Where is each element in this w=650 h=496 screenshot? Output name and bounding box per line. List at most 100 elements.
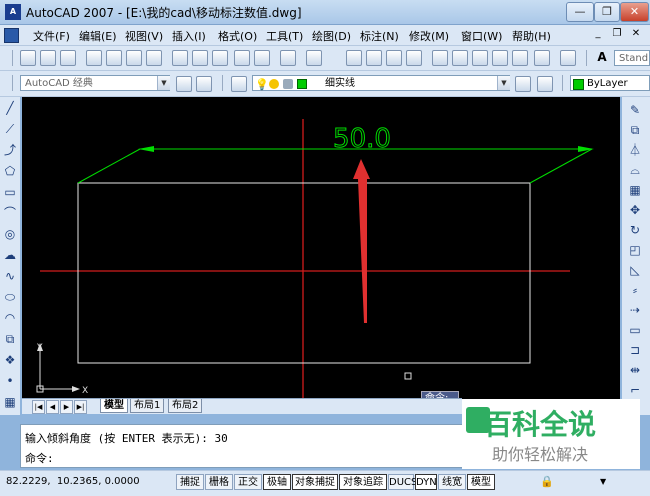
- menu-file[interactable]: 文件(F): [33, 28, 70, 44]
- hatch-icon[interactable]: ▦: [3, 395, 17, 409]
- ducs-toggle[interactable]: DUCS: [388, 474, 417, 490]
- doc-restore-button[interactable]: ❐: [610, 27, 624, 41]
- model-space-toggle[interactable]: 模型: [467, 474, 495, 490]
- design-center-icon[interactable]: [452, 50, 468, 66]
- pan-icon[interactable]: [346, 50, 362, 66]
- menu-window[interactable]: 窗口(W): [461, 28, 502, 44]
- zoom-previous-icon[interactable]: [406, 50, 422, 66]
- polyline-icon[interactable]: ⤴: [3, 143, 17, 157]
- menu-format[interactable]: 格式(O): [218, 28, 257, 44]
- fillet-icon[interactable]: ⌐: [628, 383, 642, 397]
- workspace-settings-icon[interactable]: [176, 76, 192, 92]
- otrack-toggle[interactable]: 对象追踪: [339, 474, 387, 490]
- insert-block-icon[interactable]: ⧉: [3, 332, 17, 346]
- copy-icon[interactable]: [192, 50, 208, 66]
- ellipse-icon[interactable]: ⬭: [3, 290, 17, 304]
- dyn-toggle[interactable]: DYN: [415, 474, 437, 490]
- copy-object-icon[interactable]: ⧉: [628, 123, 642, 137]
- point-icon[interactable]: •: [3, 374, 17, 388]
- save-icon[interactable]: [60, 50, 76, 66]
- arc-icon[interactable]: ⌒: [3, 206, 17, 220]
- menu-dimension[interactable]: 标注(N): [360, 28, 399, 44]
- doc-minimize-button[interactable]: _: [591, 27, 605, 41]
- next-tab-button[interactable]: ▶: [60, 400, 73, 414]
- chamfer-icon[interactable]: ⇹: [628, 363, 642, 377]
- offset-icon[interactable]: ⌓: [628, 163, 642, 177]
- restore-button[interactable]: ❐: [594, 2, 620, 22]
- snap-toggle[interactable]: 捕捉: [176, 474, 204, 490]
- menu-draw[interactable]: 绘图(D): [312, 28, 351, 44]
- lineweight-toggle[interactable]: 线宽: [438, 474, 466, 490]
- doc-close-button[interactable]: ✕: [629, 27, 643, 41]
- layer-previous-icon[interactable]: [537, 76, 553, 92]
- calculator-icon[interactable]: [534, 50, 550, 66]
- markup-icon[interactable]: [512, 50, 528, 66]
- autocad-app-icon[interactable]: A: [5, 4, 21, 20]
- rotate-icon[interactable]: ↻: [628, 223, 642, 237]
- scale-icon[interactable]: ◰: [628, 243, 642, 257]
- spline-icon[interactable]: ∿: [3, 269, 17, 283]
- polygon-icon[interactable]: ⬠: [3, 164, 17, 178]
- break-icon[interactable]: ▭: [628, 323, 642, 337]
- move-icon[interactable]: ✥: [628, 203, 642, 217]
- document-icon[interactable]: [4, 28, 19, 43]
- line-icon[interactable]: ╱: [3, 101, 17, 115]
- mirror-icon[interactable]: ⏃: [628, 143, 642, 157]
- first-tab-button[interactable]: |◀: [32, 400, 45, 414]
- revision-cloud-icon[interactable]: ☁: [3, 248, 17, 262]
- status-menu-icon[interactable]: ▼: [600, 477, 610, 487]
- join-icon[interactable]: ⊐: [628, 343, 642, 357]
- sheet-set-icon[interactable]: [492, 50, 508, 66]
- undo-icon[interactable]: [280, 50, 296, 66]
- workspace-combo[interactable]: AutoCAD 经典: [20, 75, 170, 91]
- command-prompt[interactable]: 命令:: [25, 450, 54, 466]
- color-combo[interactable]: ByLayer: [570, 75, 650, 91]
- rectangle-geometry[interactable]: [77, 182, 531, 364]
- communication-center-icon[interactable]: 🔒: [540, 475, 554, 489]
- layer-combo[interactable]: 💡 细实线: [252, 75, 510, 91]
- coordinate-readout[interactable]: 82.2229, 10.2365, 0.0000: [6, 476, 140, 487]
- print-icon[interactable]: [86, 50, 102, 66]
- menu-tools[interactable]: 工具(T): [266, 28, 303, 44]
- menu-edit[interactable]: 编辑(E): [79, 28, 117, 44]
- polar-toggle[interactable]: 极轴: [263, 474, 291, 490]
- match-properties-icon[interactable]: [234, 50, 250, 66]
- workspace-save-icon[interactable]: [196, 76, 212, 92]
- ellipse-arc-icon[interactable]: ◠: [3, 311, 17, 325]
- zoom-window-icon[interactable]: [386, 50, 402, 66]
- grid-toggle[interactable]: 栅格: [205, 474, 233, 490]
- rectangle-icon[interactable]: ▭: [3, 185, 17, 199]
- text-style-combo[interactable]: Stand: [614, 50, 650, 66]
- prev-tab-button[interactable]: ◀: [46, 400, 59, 414]
- osnap-toggle[interactable]: 对象捕捉: [292, 474, 338, 490]
- layer-dropdown-icon[interactable]: ▼: [497, 76, 510, 90]
- properties-icon[interactable]: [432, 50, 448, 66]
- publish-icon[interactable]: [126, 50, 142, 66]
- trim-icon[interactable]: ⸗: [628, 283, 642, 297]
- last-tab-button[interactable]: ▶|: [74, 400, 87, 414]
- menu-view[interactable]: 视图(V): [125, 28, 163, 44]
- new-icon[interactable]: [20, 50, 36, 66]
- zoom-realtime-icon[interactable]: [366, 50, 382, 66]
- menu-modify[interactable]: 修改(M): [409, 28, 449, 44]
- redo-icon[interactable]: [306, 50, 322, 66]
- workspace-dropdown-icon[interactable]: ▼: [157, 76, 170, 90]
- close-button[interactable]: ✕: [620, 2, 649, 22]
- minimize-button[interactable]: —: [566, 2, 594, 22]
- make-current-layer-icon[interactable]: [515, 76, 531, 92]
- stretch-icon[interactable]: ◺: [628, 263, 642, 277]
- open-icon[interactable]: [40, 50, 56, 66]
- text-style-icon[interactable]: A: [595, 50, 609, 64]
- extend-icon[interactable]: ⇢: [628, 303, 642, 317]
- layer-properties-icon[interactable]: [231, 76, 247, 92]
- circle-icon[interactable]: ◎: [3, 227, 17, 241]
- help-icon[interactable]: [560, 50, 576, 66]
- drawing-canvas[interactable]: 50.0 Y X 命令:: [22, 97, 620, 405]
- tab-layout1[interactable]: 布局1: [130, 399, 165, 413]
- construction-line-icon[interactable]: ⟋: [3, 122, 17, 136]
- tab-layout2[interactable]: 布局2: [168, 399, 203, 413]
- dimension-text[interactable]: 50.0: [333, 124, 392, 155]
- menu-insert[interactable]: 插入(I): [172, 28, 206, 44]
- tab-model[interactable]: 模型: [100, 399, 128, 413]
- erase-icon[interactable]: ✎: [628, 103, 642, 117]
